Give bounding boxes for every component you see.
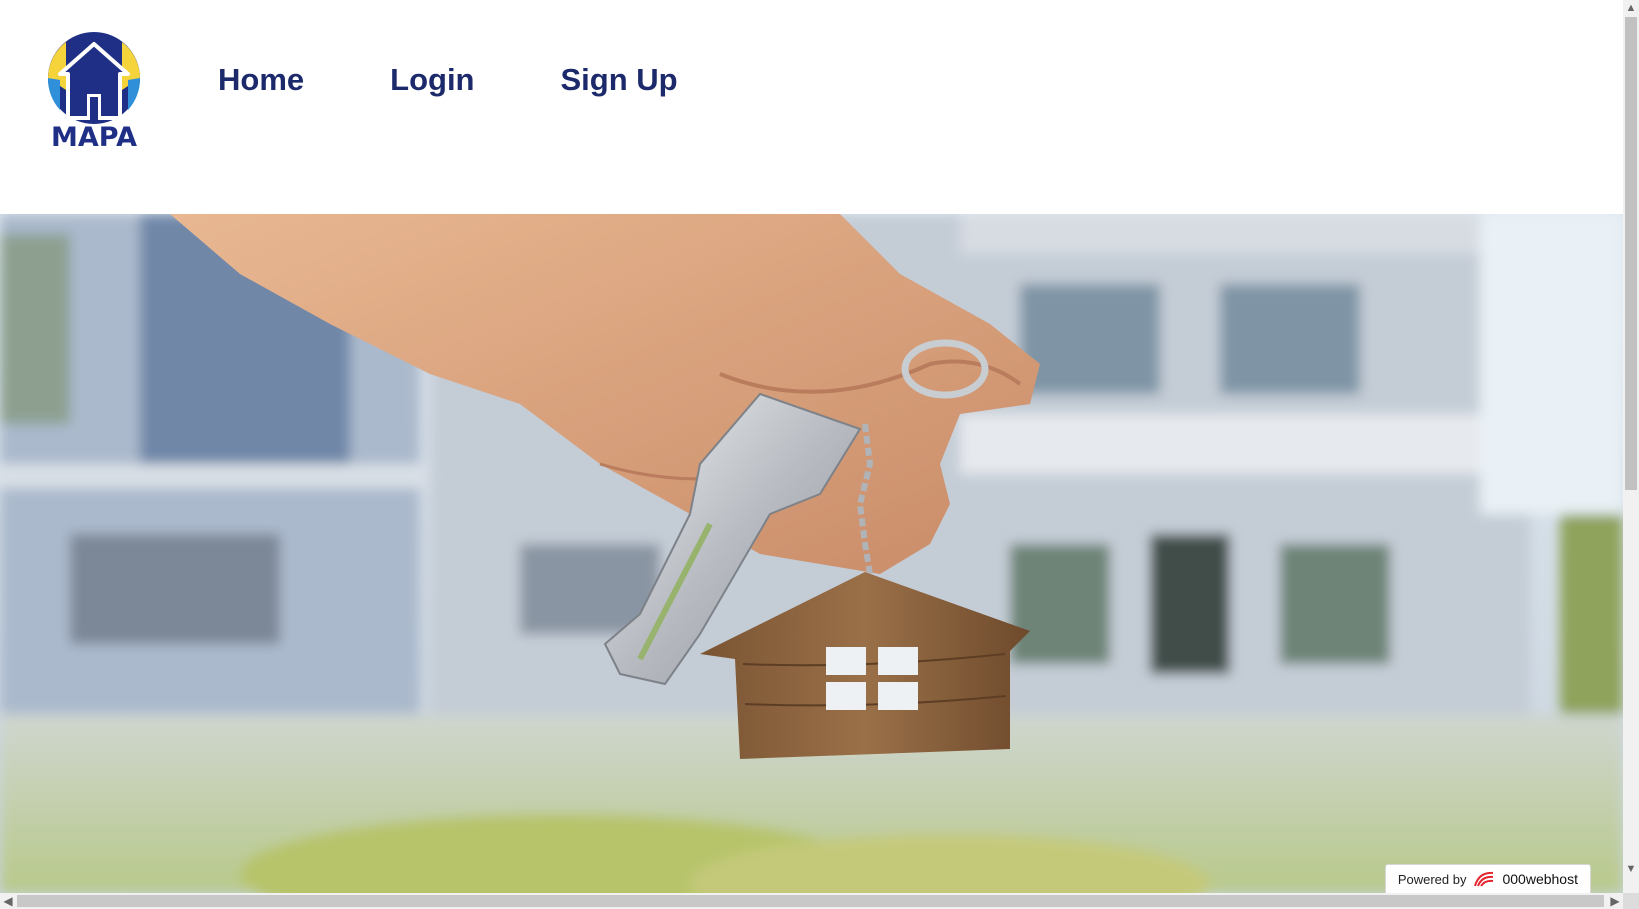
site-header: MAPA Home Login Sign Up (0, 0, 1623, 214)
nav-login-link[interactable]: Login (390, 58, 474, 102)
powered-by-badge[interactable]: Powered by 000webhost (1384, 864, 1591, 893)
logo-text: MAPA (51, 122, 137, 153)
hand-holding-house-keys-photo (0, 214, 1623, 893)
vertical-scrollbar[interactable]: ▲ ▼ (1623, 0, 1639, 893)
nav-signup-link[interactable]: Sign Up (561, 58, 678, 102)
house-logo-icon (47, 32, 141, 124)
scrollbar-corner (1623, 893, 1639, 909)
scroll-right-arrow-icon[interactable]: ▶ (1607, 893, 1623, 909)
horizontal-scroll-thumb[interactable] (17, 895, 1604, 907)
scroll-left-arrow-icon[interactable]: ◀ (0, 893, 16, 909)
page: MAPA Home Login Sign Up Powered by 000we… (0, 0, 1623, 893)
powered-by-brand: 000webhost (1502, 871, 1578, 887)
scroll-down-arrow-icon[interactable]: ▼ (1623, 861, 1639, 877)
hero-image (0, 214, 1623, 893)
scroll-up-arrow-icon[interactable]: ▲ (1623, 0, 1639, 16)
site-logo[interactable]: MAPA (46, 30, 142, 154)
000webhost-logo-icon (1474, 871, 1494, 887)
horizontal-scrollbar[interactable]: ◀ ▶ (0, 893, 1623, 909)
nav-home-link[interactable]: Home (218, 58, 304, 102)
vertical-scroll-thumb[interactable] (1625, 17, 1637, 490)
main-nav: Home Login Sign Up (218, 58, 764, 102)
powered-by-label: Powered by (1397, 871, 1467, 887)
